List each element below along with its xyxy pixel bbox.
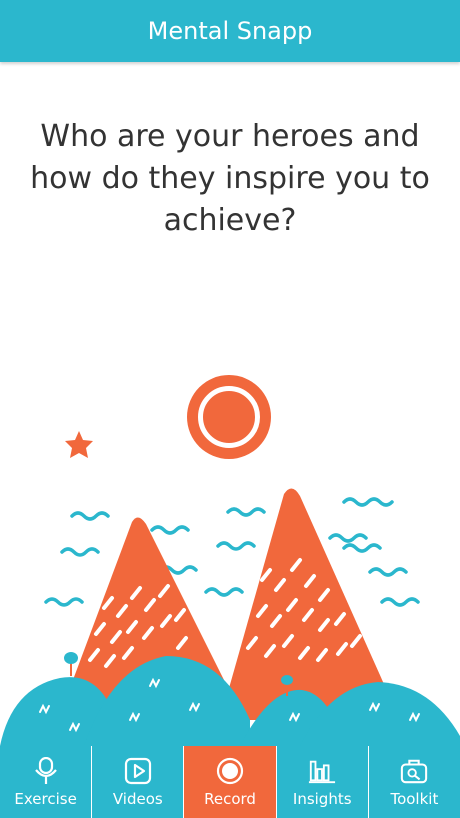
tab-label: Record bbox=[204, 789, 256, 808]
tab-label: Insights bbox=[292, 789, 352, 808]
record-icon bbox=[216, 757, 244, 785]
tab-videos[interactable]: Videos bbox=[92, 746, 185, 818]
play-icon bbox=[124, 757, 152, 785]
app-title: Mental Snapp bbox=[147, 17, 313, 45]
tab-label: Toolkit bbox=[390, 789, 439, 808]
tab-toolkit[interactable]: Toolkit bbox=[369, 746, 460, 818]
tab-label: Exercise bbox=[14, 789, 77, 808]
tab-insights[interactable]: Insights bbox=[277, 746, 369, 818]
tab-label: Videos bbox=[112, 789, 163, 808]
toolkit-icon bbox=[400, 757, 428, 785]
bar-chart-icon bbox=[308, 757, 336, 785]
star-icon bbox=[65, 431, 93, 458]
record-icon bbox=[198, 386, 260, 448]
question-prompt: Who are your heroes and how do they insp… bbox=[30, 119, 430, 238]
tab-record[interactable]: Record bbox=[184, 746, 277, 818]
mountains-illustration bbox=[0, 431, 460, 746]
microphone-icon bbox=[32, 756, 60, 785]
app-bar: Mental Snapp bbox=[0, 0, 460, 62]
tab-exercise[interactable]: Exercise bbox=[0, 746, 93, 818]
bottom-tab-bar: Exercise Videos Record Insights Toolkit bbox=[0, 746, 460, 818]
record-button[interactable] bbox=[187, 375, 271, 459]
